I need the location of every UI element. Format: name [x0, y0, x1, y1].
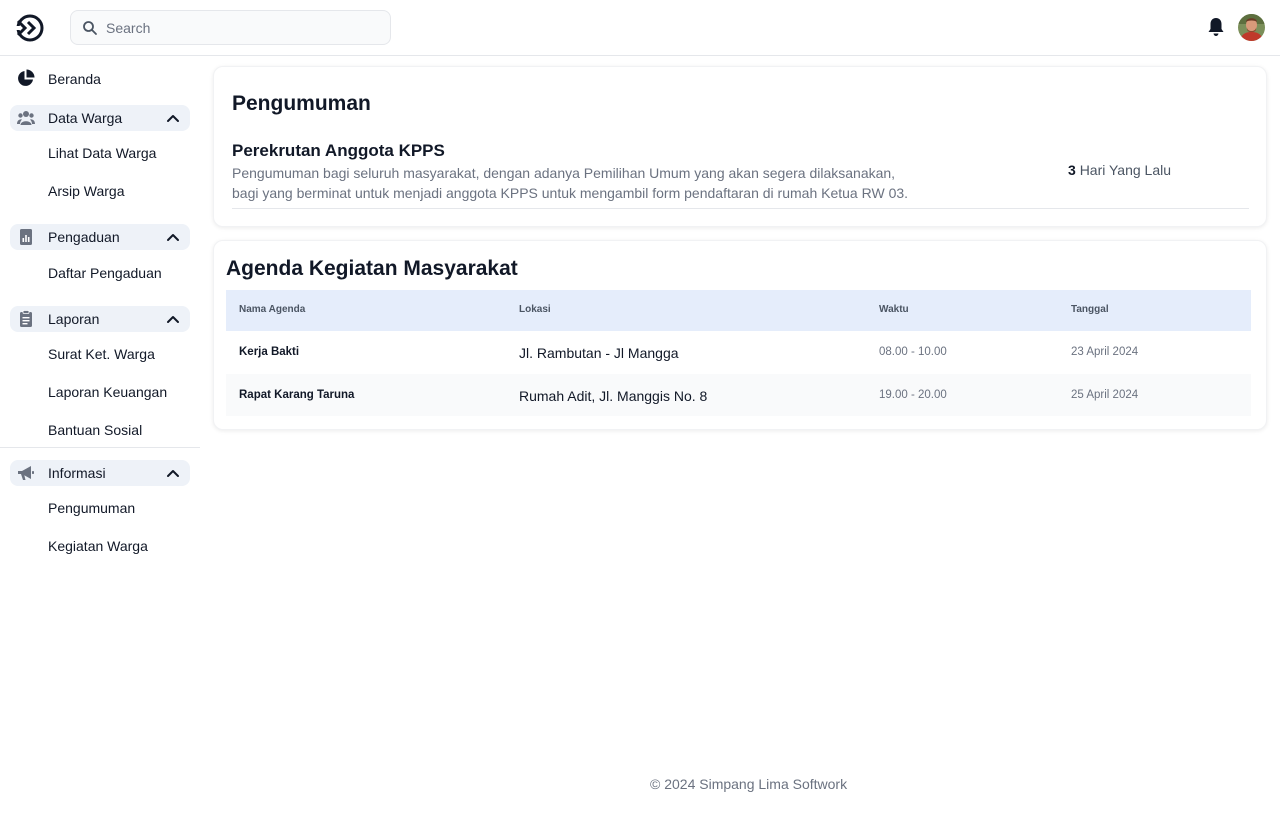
cell-waktu: 19.00 - 20.00: [879, 389, 947, 401]
announcement-card: Pengumuman Perekrutan Anggota KPPS Pengu…: [213, 66, 1267, 227]
column-header-waktu: Waktu: [879, 304, 909, 315]
cell-tanggal: 25 April 2024: [1071, 389, 1139, 401]
clipboard-icon: [20, 310, 32, 327]
chevron-up-icon[interactable]: [166, 466, 180, 480]
users-icon: [17, 111, 35, 125]
sidebar-item-beranda[interactable]: Beranda: [10, 65, 190, 92]
column-header-nama-agenda: Nama Agenda: [239, 304, 306, 315]
search-box[interactable]: [70, 10, 391, 45]
cell-tanggal: 23 April 2024: [1071, 346, 1139, 358]
sidebar-item-label: Beranda: [48, 70, 101, 87]
footer-copyright: © 2024 Simpang Lima Softwork: [650, 776, 848, 792]
sidebar-group-data-warga[interactable]: Data Warga: [10, 105, 190, 131]
cell-lokasi: Jl. Rambutan - Jl Mangga: [519, 345, 679, 361]
sidebar-item-lihat-data-warga[interactable]: Lihat Data Warga: [48, 145, 156, 161]
announcement-item-title[interactable]: Perekrutan Anggota KPPS: [232, 141, 445, 161]
sidebar-group-laporan[interactable]: Laporan: [10, 306, 190, 332]
cell-lokasi: Rumah Adit, Jl. Manggis No. 8: [519, 388, 708, 404]
time-unit: Hari Yang Lalu: [1079, 162, 1172, 178]
announcement-item-body: Pengumuman bagi seluruh masyarakat, deng…: [232, 165, 909, 201]
sidebar-group-label: Data Warga: [48, 110, 123, 126]
search-input[interactable]: [106, 11, 376, 44]
sidebar-group-label: Pengaduan: [48, 229, 120, 245]
chevron-up-icon[interactable]: [166, 111, 180, 125]
column-header-tanggal: Tanggal: [1071, 304, 1109, 315]
sidebar-item-daftar-pengaduan[interactable]: Daftar Pengaduan: [48, 265, 162, 281]
table-header: Nama Agenda Lokasi Waktu Tanggal: [226, 290, 1251, 331]
agenda-card: Agenda Kegiatan Masyarakat Nama Agenda L…: [213, 240, 1267, 430]
sidebar-group-label: Laporan: [48, 311, 100, 327]
cell-nama-agenda: Rapat Karang Taruna: [239, 389, 355, 401]
announcement-divider: [232, 208, 1249, 209]
bell-icon[interactable]: [1207, 17, 1225, 37]
chevron-up-icon[interactable]: [166, 230, 180, 244]
sidebar-item-surat-ket-warga[interactable]: Surat Ket. Warga: [48, 346, 155, 362]
table-row[interactable]: Rapat Karang Taruna Rumah Adit, Jl. Mang…: [226, 374, 1251, 416]
logo-icon[interactable]: [15, 13, 45, 43]
time-value: 3: [1068, 162, 1076, 178]
announcement-item-time: 3 Hari Yang Lalu: [1068, 162, 1171, 178]
sidebar-group-pengaduan[interactable]: Pengaduan: [10, 224, 190, 250]
pie-chart-icon: [18, 69, 35, 86]
avatar-image: [1238, 14, 1265, 41]
sidebar-item-kegiatan-warga[interactable]: Kegiatan Warga: [48, 538, 148, 554]
announcement-heading: Pengumuman: [232, 92, 371, 115]
agenda-heading: Agenda Kegiatan Masyarakat: [226, 257, 518, 280]
sidebar-item-laporan-keuangan[interactable]: Laporan Keuangan: [48, 384, 167, 400]
column-header-lokasi: Lokasi: [519, 304, 551, 315]
megaphone-icon: [18, 466, 34, 480]
table-row[interactable]: Kerja Bakti Jl. Rambutan - Jl Mangga 08.…: [226, 331, 1251, 373]
sidebar-item-bantuan-sosial[interactable]: Bantuan Sosial: [48, 422, 142, 438]
report-icon: [20, 229, 32, 245]
search-icon: [83, 21, 97, 35]
sidebar-divider: [0, 447, 200, 448]
avatar[interactable]: [1238, 14, 1265, 41]
sidebar-item-pengumuman[interactable]: Pengumuman: [48, 500, 135, 516]
sidebar-group-informasi[interactable]: Informasi: [10, 460, 190, 486]
chevron-up-icon[interactable]: [166, 312, 180, 326]
sidebar-group-label: Informasi: [48, 465, 106, 481]
sidebar: Beranda Data Warga Lihat Data Warga Arsi…: [0, 56, 200, 616]
cell-waktu: 08.00 - 10.00: [879, 346, 947, 358]
top-bar: [0, 0, 1280, 56]
sidebar-item-arsip-warga[interactable]: Arsip Warga: [48, 183, 125, 199]
cell-nama-agenda: Kerja Bakti: [239, 346, 300, 358]
